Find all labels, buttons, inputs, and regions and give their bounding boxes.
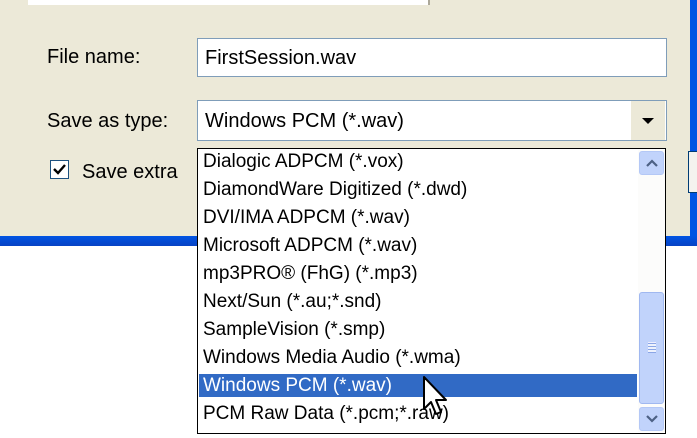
dropdown-option[interactable]: DVI/IMA ADPCM (*.wav) (199, 206, 637, 229)
dropdown-option[interactable]: mp3PRO® (FhG) (*.mp3) (199, 262, 637, 285)
checkmark-icon (53, 164, 66, 175)
file-name-label: File name: (47, 46, 141, 68)
dropdown-option[interactable]: PCM Raw Data (*.pcm;*.raw) (199, 402, 637, 425)
save-extra-label: Save extra (82, 161, 178, 183)
save-as-type-value: Windows PCM (*.wav) (205, 110, 404, 132)
window-frame-right (690, 0, 697, 236)
chevron-down-icon (646, 415, 658, 423)
file-name-value: FirstSession.wav (205, 47, 357, 69)
dropdown-option[interactable]: SampleVision (*.smp) (199, 318, 637, 341)
grip-icon (648, 342, 656, 353)
mouse-pointer-icon (423, 376, 447, 415)
file-name-input[interactable]: FirstSession.wav (197, 38, 667, 77)
chevron-up-icon (646, 159, 658, 167)
scroll-thumb[interactable] (639, 292, 664, 404)
save-extra-checkbox[interactable] (50, 160, 69, 179)
save-as-type-label: Save as type: (47, 110, 169, 132)
dropdown-scrollbar[interactable] (638, 150, 665, 432)
dropdown-option[interactable]: Next/Sun (*.au;*.snd) (199, 290, 637, 313)
save-as-type-select[interactable]: Windows PCM (*.wav) (197, 100, 667, 141)
dropdown-option[interactable]: DiamondWare Digitized (*.dwd) (199, 178, 637, 201)
scroll-down-button[interactable] (639, 407, 664, 431)
dropdown-option[interactable]: Dialogic ADPCM (*.vox) (199, 150, 637, 173)
save-as-type-dropdown-button[interactable] (630, 101, 665, 140)
top-panel-edge (28, 0, 430, 5)
dropdown-option[interactable]: Windows Media Audio (*.wma) (199, 346, 637, 369)
dropdown-option[interactable]: Windows PCM (*.wav) (199, 374, 637, 397)
scroll-up-button[interactable] (639, 151, 664, 175)
partial-button[interactable] (688, 151, 697, 193)
dropdown-option[interactable]: Microsoft ADPCM (*.wav) (199, 234, 637, 257)
chevron-down-icon (642, 118, 654, 124)
